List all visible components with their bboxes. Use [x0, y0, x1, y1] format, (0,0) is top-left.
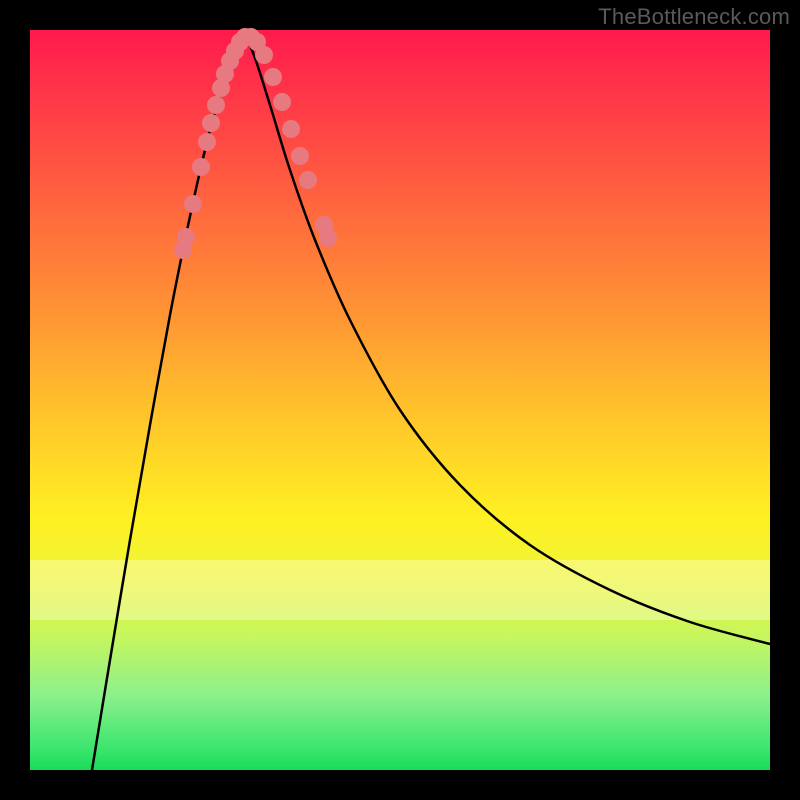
highlight-dot	[242, 28, 260, 46]
curve-right-curve	[245, 35, 770, 644]
dot-group	[174, 28, 337, 259]
curve-left-curve	[92, 35, 245, 770]
highlight-dot	[236, 28, 254, 46]
chart-svg	[30, 30, 770, 770]
highlight-dot	[299, 171, 317, 189]
highlight-dot	[319, 229, 337, 247]
highlight-dot	[282, 120, 300, 138]
highlight-dot	[264, 68, 282, 86]
highlight-dot	[273, 93, 291, 111]
highlight-dot	[231, 33, 249, 51]
curve-group	[92, 35, 770, 770]
highlight-dot	[192, 158, 210, 176]
highlight-dot	[291, 147, 309, 165]
highlight-dot	[248, 33, 266, 51]
highlight-dot	[216, 65, 234, 83]
highlight-dot	[184, 195, 202, 213]
highlight-dot	[212, 79, 230, 97]
highlight-dot	[202, 114, 220, 132]
highlight-dot	[207, 96, 225, 114]
highlight-dot	[221, 52, 239, 70]
watermark-text: TheBottleneck.com	[598, 4, 790, 30]
chart-frame: TheBottleneck.com	[0, 0, 800, 800]
plot-area	[30, 30, 770, 770]
highlight-dot	[226, 42, 244, 60]
highlight-dot	[315, 216, 333, 234]
highlight-dot	[198, 133, 216, 151]
highlight-dot	[174, 241, 192, 259]
highlight-dot	[255, 46, 273, 64]
highlight-band	[30, 560, 770, 620]
highlight-dot	[177, 228, 195, 246]
